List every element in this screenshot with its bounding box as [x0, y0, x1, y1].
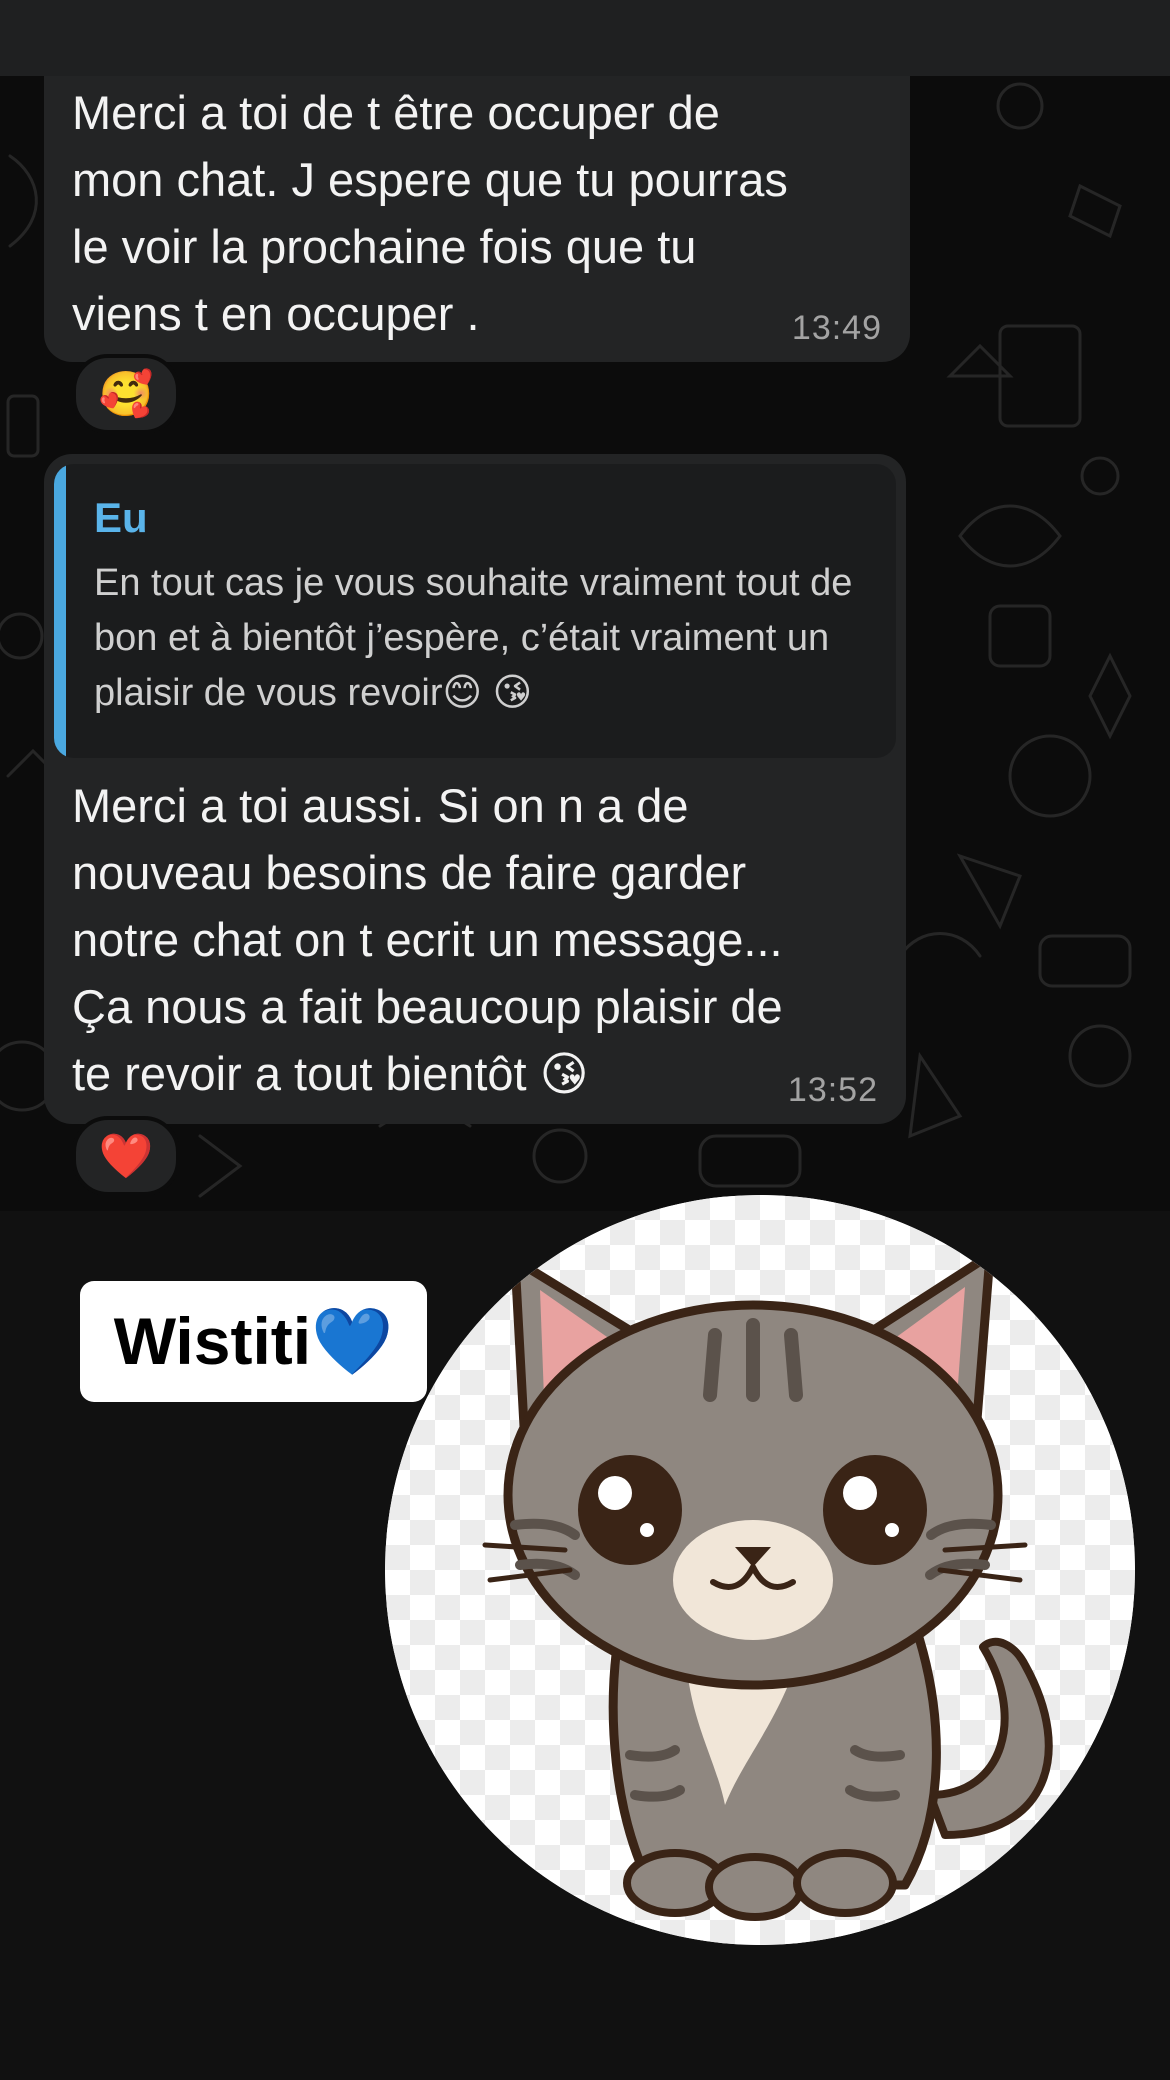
- top-bar: [0, 0, 1170, 76]
- message-time: 13:52: [787, 1071, 878, 1109]
- contact-name: Wistiti💙: [113, 1303, 394, 1378]
- contact-name-card: Wistiti💙: [80, 1281, 427, 1402]
- reaction-badge[interactable]: ❤️: [72, 1116, 180, 1196]
- message-bubble[interactable]: Eu En tout cas je vous souhaite vraiment…: [44, 454, 906, 1124]
- message-text: Merci a toi aussi. Si on n a de nouveau …: [72, 779, 783, 1100]
- message-bubble[interactable]: Merci a toi de t être occuper de mon cha…: [44, 76, 910, 362]
- quote-author: Eu: [94, 494, 148, 541]
- reaction-badge[interactable]: 🥰: [72, 354, 180, 434]
- quote-accent-bar: [54, 464, 66, 758]
- message-time: 13:49: [791, 309, 882, 347]
- chat-area[interactable]: Merci a toi de t être occuper de mon cha…: [0, 76, 1170, 1211]
- cartoon-cat-icon: [385, 1195, 1135, 1945]
- avatar: [385, 1195, 1135, 1945]
- quote-text: En tout cas je vous souhaite vraiment to…: [94, 562, 853, 714]
- message-text: Merci a toi de t être occuper de mon cha…: [72, 86, 788, 340]
- quoted-reply[interactable]: Eu En tout cas je vous souhaite vraiment…: [54, 464, 896, 758]
